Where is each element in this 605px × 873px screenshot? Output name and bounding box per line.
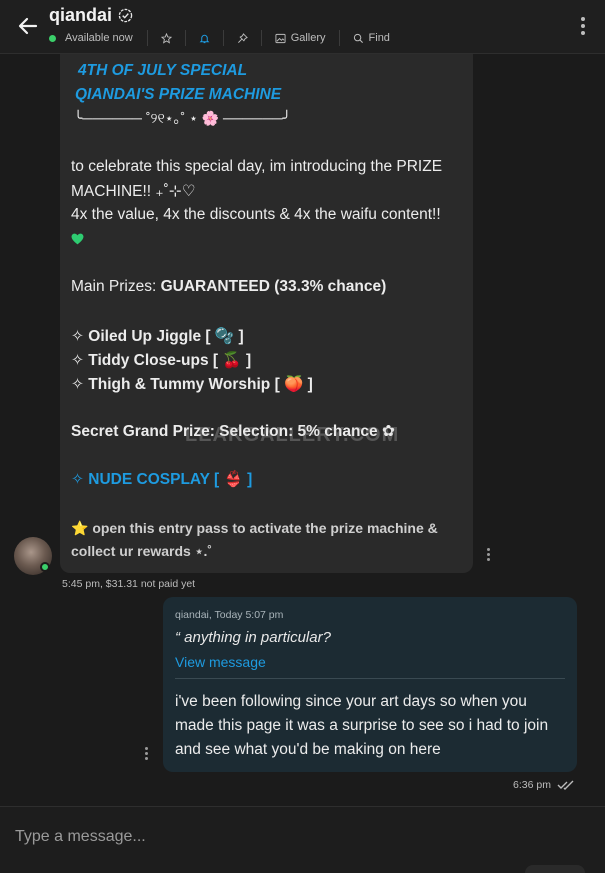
entry-pass-text[interactable]: ⭐ open this entry pass to activate the p…: [71, 520, 438, 537]
find-button[interactable]: Find: [353, 32, 390, 44]
message-text-line: MACHINE!! ₊˚⊹♡: [71, 183, 196, 200]
quoted-message-text: “ anything in particular?: [175, 629, 331, 646]
bell-icon: [199, 34, 210, 43]
reply-text-line: and see what you'd be making on here: [175, 741, 441, 758]
send-button[interactable]: [525, 865, 585, 873]
quote-divider: [175, 678, 565, 679]
message-time: 6:36 pm: [513, 779, 551, 791]
message-input[interactable]: [15, 827, 575, 847]
quoted-message-meta: qiandai, Today 5:07 pm: [175, 609, 284, 621]
find-label: Find: [368, 32, 390, 44]
incoming-message-bubble: 4TH OF JULY SPECIAL QIANDAI'S PRIZE MACH…: [60, 44, 473, 573]
price-status: $31.31 not paid yet: [105, 578, 196, 590]
pin-button[interactable]: [237, 32, 248, 44]
gallery-button[interactable]: Gallery: [275, 32, 326, 44]
main-prizes-line: Main Prizes: GUARANTEED (33.3% chance): [71, 278, 386, 296]
decorative-divider: ╰────── ˚୨୧⋆｡˚ ⋆ 🌸 ──────╯: [74, 110, 291, 126]
outgoing-message-meta: 6:36 pm: [513, 779, 575, 791]
message-time: 5:45 pm,: [62, 578, 103, 590]
availability-status: Available now: [65, 32, 133, 44]
star-icon: [160, 32, 172, 44]
special-title: 4TH OF JULY SPECIAL: [78, 62, 248, 79]
guaranteed-text: GUARANTEED (33.3% chance): [160, 278, 387, 295]
message-text-line: 4x the value, 4x the discounts & 4x the …: [71, 206, 441, 223]
chat-title[interactable]: qiandai: [49, 5, 112, 26]
header-subrow: Available now Gallery Find: [49, 30, 403, 46]
message-options-button[interactable]: [487, 548, 491, 562]
view-message-link[interactable]: View message: [175, 654, 266, 670]
separator: [184, 30, 186, 46]
outgoing-message-bubble: qiandai, Today 5:07 pm “ anything in par…: [163, 597, 577, 772]
verified-icon: [118, 8, 133, 23]
favorite-button[interactable]: [160, 32, 172, 44]
prize-machine-title: QIANDAI'S PRIZE MACHINE: [75, 86, 282, 103]
prize-item: ✧ Tiddy Close-ups [ 🍒 ]: [71, 352, 252, 369]
message-text-line: to celebrate this special day, im introd…: [71, 158, 443, 175]
separator: [146, 30, 148, 46]
nude-cosplay-prize: ✧ NUDE COSPLAY [ 👙 ]: [71, 471, 253, 488]
message-options-button[interactable]: [145, 747, 149, 761]
separator: [260, 30, 262, 46]
watermark-text: LEAKGALLERY.COM: [185, 424, 400, 446]
incoming-message-meta: 5:45 pm, $31.31 not paid yet: [62, 578, 195, 590]
reply-text-line: i've been following since your art days …: [175, 693, 527, 710]
search-icon: [353, 33, 363, 43]
title-row: qiandai: [49, 5, 133, 26]
image-icon: [275, 33, 286, 43]
separator: [222, 30, 224, 46]
online-status-dot: [40, 562, 50, 572]
more-options-icon[interactable]: [581, 17, 585, 35]
notifications-button[interactable]: [199, 33, 210, 44]
online-dot: [49, 34, 56, 42]
entry-pass-text[interactable]: collect ur rewards ⋆.˚: [71, 543, 212, 560]
reply-text-line: made this page it was a surprise to see …: [175, 717, 549, 734]
pin-icon: [237, 32, 248, 43]
back-arrow-icon[interactable]: [16, 14, 40, 38]
chat-header: qiandai Available now Gallery Find: [0, 0, 605, 54]
prize-item: ✧ Oiled Up Jiggle [ 🫧 ]: [71, 328, 244, 345]
prize-item: ✧ Thigh & Tummy Worship [ 🍑 ]: [71, 376, 313, 393]
green-heart-icon: [71, 232, 84, 250]
message-composer: [0, 806, 605, 873]
separator: [338, 30, 340, 46]
gallery-label: Gallery: [290, 32, 326, 44]
main-prizes-label: Main Prizes:: [71, 278, 161, 295]
double-check-icon: [557, 780, 574, 790]
